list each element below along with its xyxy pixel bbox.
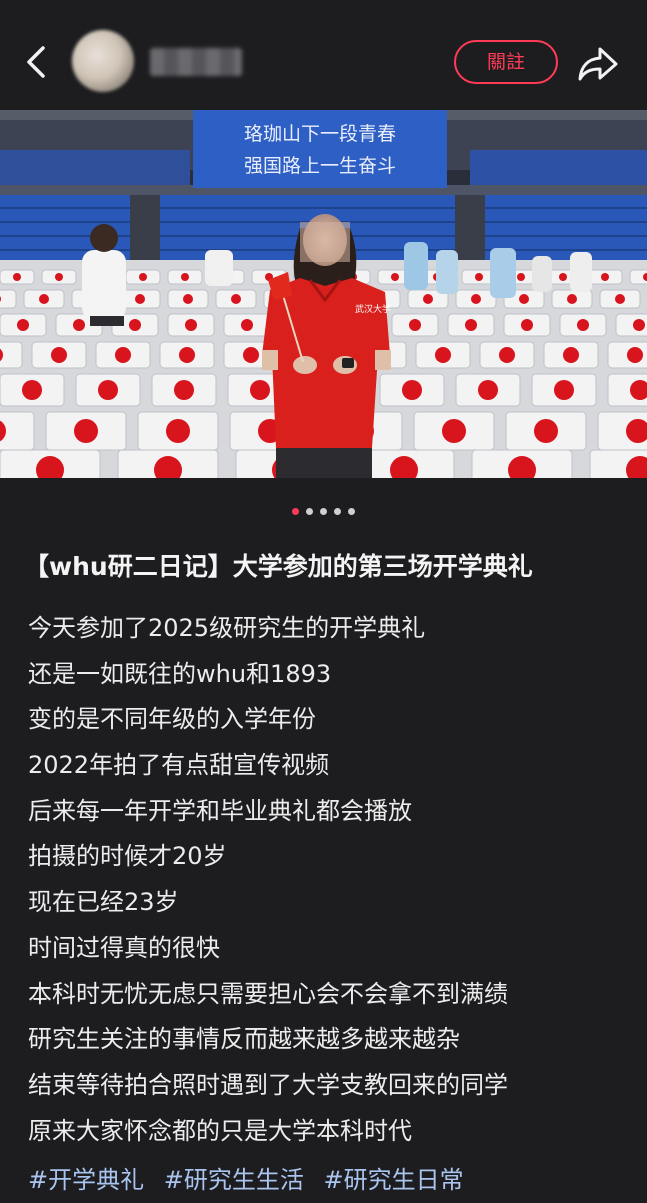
back-button[interactable] xyxy=(18,42,54,82)
avatar[interactable] xyxy=(72,30,134,92)
chair-red-dot xyxy=(185,319,197,331)
chair-red-dot xyxy=(478,380,498,400)
chair-red-dot xyxy=(601,273,609,281)
chevron-left-icon xyxy=(27,46,45,78)
chair-red-dot xyxy=(563,347,579,363)
chair-red-dot xyxy=(74,419,98,443)
chair-red-dot xyxy=(534,419,558,443)
shirt-logo-text: 武汉大学 xyxy=(355,303,391,315)
chair-red-dot xyxy=(521,319,533,331)
post-line: 现在已经23岁 xyxy=(28,888,179,917)
post-body: 今天参加了2025级研究生的开学典礼 还是一如既往的whu和1893 变的是不同… xyxy=(28,606,628,1154)
chair-red-dot xyxy=(73,319,85,331)
chair-red-dot xyxy=(435,347,451,363)
chair-red-dot xyxy=(13,273,21,281)
chair-red-dot xyxy=(633,319,645,331)
chair-red-dot xyxy=(51,347,67,363)
chair-red-dot xyxy=(519,294,529,304)
banner-line-1: 珞珈山下一段青春 xyxy=(244,123,396,145)
hashtag-link[interactable]: #开学典礼 xyxy=(28,1166,144,1194)
chair-red-dot xyxy=(465,319,477,331)
page-dot[interactable] xyxy=(320,508,327,515)
chair-red-dot xyxy=(17,319,29,331)
page-dot[interactable] xyxy=(306,508,313,515)
chair-red-dot xyxy=(135,294,145,304)
chair-red-dot xyxy=(475,273,483,281)
post-line: 研究生关注的事情反而越来越多越来越杂 xyxy=(28,1025,460,1054)
chair-red-dot xyxy=(615,294,625,304)
follow-button[interactable]: 關註 xyxy=(454,40,558,84)
chair-red-dot xyxy=(174,380,194,400)
post-line: 原来大家怀念都的只是大学本科时代 xyxy=(28,1116,412,1145)
post-line: 本科时无忧无虑只需要担心会不会拿不到满绩 xyxy=(28,979,508,1008)
share-arrow-icon xyxy=(578,47,618,81)
chair-red-dot xyxy=(499,347,515,363)
chair-red-dot xyxy=(627,347,643,363)
chair-red-dot xyxy=(567,294,577,304)
post-photo[interactable]: 珞珈山下一段青春 强国路上一生奋斗 武汉大学 xyxy=(0,110,647,478)
chair-red-dot xyxy=(250,380,270,400)
post-line: 结束等待拍合照时遇到了大学支教回来的同学 xyxy=(28,1070,508,1099)
chair-red-dot xyxy=(22,380,42,400)
chair-red-dot xyxy=(55,273,63,281)
chair-red-dot xyxy=(243,347,259,363)
chair-seat xyxy=(0,341,23,369)
post-line: 还是一如既往的whu和1893 xyxy=(28,659,332,688)
chair-red-dot xyxy=(471,294,481,304)
banner-line-2: 强国路上一生奋斗 xyxy=(244,155,396,177)
chair-seat xyxy=(0,289,17,309)
chair-red-dot xyxy=(517,273,525,281)
chair-red-dot xyxy=(231,294,241,304)
chair-red-dot xyxy=(577,319,589,331)
chair-red-dot xyxy=(166,419,190,443)
chair-red-dot xyxy=(39,294,49,304)
chair-red-dot xyxy=(183,294,193,304)
chair-red-dot xyxy=(442,419,466,443)
chair-red-dot xyxy=(115,347,131,363)
post-line: 时间过得真的很快 xyxy=(28,933,220,962)
hashtag-link[interactable]: #研究生生活 xyxy=(164,1166,304,1194)
chair-red-dot xyxy=(129,319,141,331)
chair-red-dot xyxy=(181,273,189,281)
chair-red-dot xyxy=(391,273,399,281)
post-line: 今天参加了2025级研究生的开学典礼 xyxy=(28,614,426,642)
post-line: 后来每一年开学和毕业典礼都会播放 xyxy=(28,796,412,825)
hashtag-list: #开学典礼 #研究生生活 #研究生日常 xyxy=(28,1158,638,1203)
chair-red-dot xyxy=(179,347,195,363)
page-dot[interactable] xyxy=(292,508,299,515)
chair-red-dot xyxy=(559,273,567,281)
share-button[interactable] xyxy=(576,44,620,84)
hashtag-link[interactable]: #研究生日常 xyxy=(324,1166,464,1194)
top-bar: 關註 xyxy=(0,0,647,110)
post-line: 拍摄的时候才20岁 xyxy=(28,842,227,871)
ceremony-photo-image: 珞珈山下一段青春 强国路上一生奋斗 武汉大学 xyxy=(0,110,647,478)
post-line: 变的是不同年级的入学年份 xyxy=(28,705,316,734)
chair-red-dot xyxy=(139,273,147,281)
post-title: 【whu研二日记】大学参加的第三场开学典礼 xyxy=(24,552,533,581)
chair-red-dot xyxy=(402,380,422,400)
page-dot[interactable] xyxy=(334,508,341,515)
post-line: 2022年拍了有点甜宣传视频 xyxy=(28,751,330,780)
image-page-indicator xyxy=(0,508,647,518)
chair-red-dot xyxy=(423,294,433,304)
chair-red-dot xyxy=(241,319,253,331)
chair-red-dot xyxy=(554,380,574,400)
username[interactable] xyxy=(150,48,242,76)
chair-red-dot xyxy=(98,380,118,400)
chair-red-dot xyxy=(409,319,421,331)
page-dot[interactable] xyxy=(348,508,355,515)
